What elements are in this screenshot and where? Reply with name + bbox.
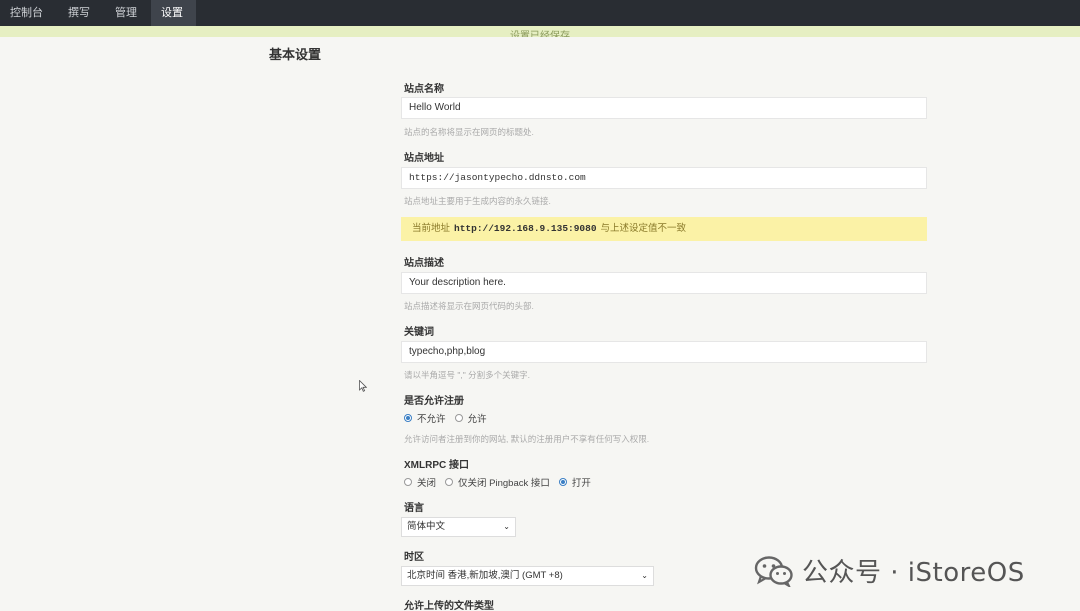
mouse-cursor-icon: [359, 379, 368, 392]
warning-suffix: 与上述设定值不一致: [600, 223, 687, 234]
xmlrpc-option-on[interactable]: 打开: [558, 475, 591, 489]
language-select-value: 简体中文: [407, 521, 446, 532]
nav-item-write[interactable]: 撰写: [58, 0, 100, 26]
allow-register-options: 不允许 允许: [404, 411, 496, 425]
page-title: 基本设置: [269, 47, 322, 62]
register-option-allow-label: 允许: [467, 414, 487, 425]
site-url-desc: 站点地址主要用于生成内容的永久链接.: [404, 196, 551, 206]
timezone-select[interactable]: 北京时间 香港,新加坡,澳门 (GMT +8) ⌄: [401, 566, 654, 586]
radio-checked-icon[interactable]: [558, 478, 567, 486]
xmlrpc-option-off-label: 关闭: [417, 478, 437, 489]
xmlrpc-options: 关闭 仅关闭 Pingback 接口 打开: [404, 475, 600, 489]
register-option-allow[interactable]: 允许: [454, 411, 487, 425]
nav-item-manage[interactable]: 管理: [105, 0, 147, 26]
chevron-down-icon: ⌄: [641, 571, 648, 580]
site-desc-desc: 站点描述将显示在网页代码的头部.: [404, 301, 534, 311]
site-desc-label: 站点描述: [404, 258, 444, 269]
nav-item-dashboard[interactable]: 控制台: [0, 0, 53, 26]
url-mismatch-warning: 当前地址 http://192.168.9.135:9080 与上述设定值不一致: [401, 217, 927, 241]
register-option-disallow-label: 不允许: [417, 414, 446, 425]
site-url-label: 站点地址: [404, 153, 444, 164]
language-label: 语言: [404, 503, 424, 514]
radio-unchecked-icon[interactable]: [404, 478, 412, 486]
allow-register-label: 是否允许注册: [404, 396, 464, 407]
save-notice: 设置已经保存: [0, 26, 1080, 37]
allow-register-desc: 允许访问者注册到你的网站, 默认的注册用户不享有任何写入权限.: [404, 434, 650, 444]
keywords-label: 关键词: [404, 327, 434, 338]
site-name-label: 站点名称: [404, 84, 444, 95]
radio-checked-icon[interactable]: [404, 414, 412, 422]
language-select[interactable]: 简体中文 ⌄: [401, 517, 516, 537]
radio-unchecked-icon[interactable]: [445, 478, 454, 486]
site-name-desc: 站点的名称将显示在网页的标题处.: [404, 127, 534, 137]
timezone-label: 时区: [404, 552, 424, 563]
keywords-input[interactable]: typecho,php,blog: [401, 341, 927, 363]
chevron-down-icon: ⌄: [503, 522, 510, 531]
register-option-disallow[interactable]: 不允许: [404, 411, 446, 425]
site-name-input[interactable]: Hello World: [401, 97, 927, 119]
xmlrpc-label: XMLRPC 接口: [404, 460, 469, 471]
xmlrpc-option-no-pingback-label: 仅关闭 Pingback 接口: [458, 478, 550, 489]
site-url-input[interactable]: https://jasontypecho.ddnsto.com: [401, 167, 927, 189]
watermark-text: 公众号 · iStoreOS: [802, 558, 1025, 588]
save-notice-text: 设置已经保存: [510, 31, 570, 37]
upload-types-label: 允许上传的文件类型: [404, 601, 494, 611]
top-nav-bar: 控制台 撰写 管理 设置: [0, 0, 1080, 26]
keywords-desc: 请以半角逗号 "," 分割多个关键字.: [404, 370, 530, 380]
warning-url: http://192.168.9.135:9080: [454, 223, 597, 234]
wechat-icon: [754, 555, 794, 589]
xmlrpc-option-no-pingback[interactable]: 仅关闭 Pingback 接口: [445, 475, 550, 489]
radio-unchecked-icon[interactable]: [454, 414, 463, 422]
wechat-watermark: 公众号 · iStoreOS: [754, 552, 1025, 589]
timezone-select-value: 北京时间 香港,新加坡,澳门 (GMT +8): [407, 570, 563, 581]
nav-item-settings[interactable]: 设置: [151, 0, 196, 26]
xmlrpc-option-on-label: 打开: [571, 478, 591, 489]
warning-prefix: 当前地址: [412, 223, 451, 234]
site-desc-input[interactable]: Your description here.: [401, 272, 927, 294]
xmlrpc-option-off[interactable]: 关闭: [404, 475, 436, 489]
